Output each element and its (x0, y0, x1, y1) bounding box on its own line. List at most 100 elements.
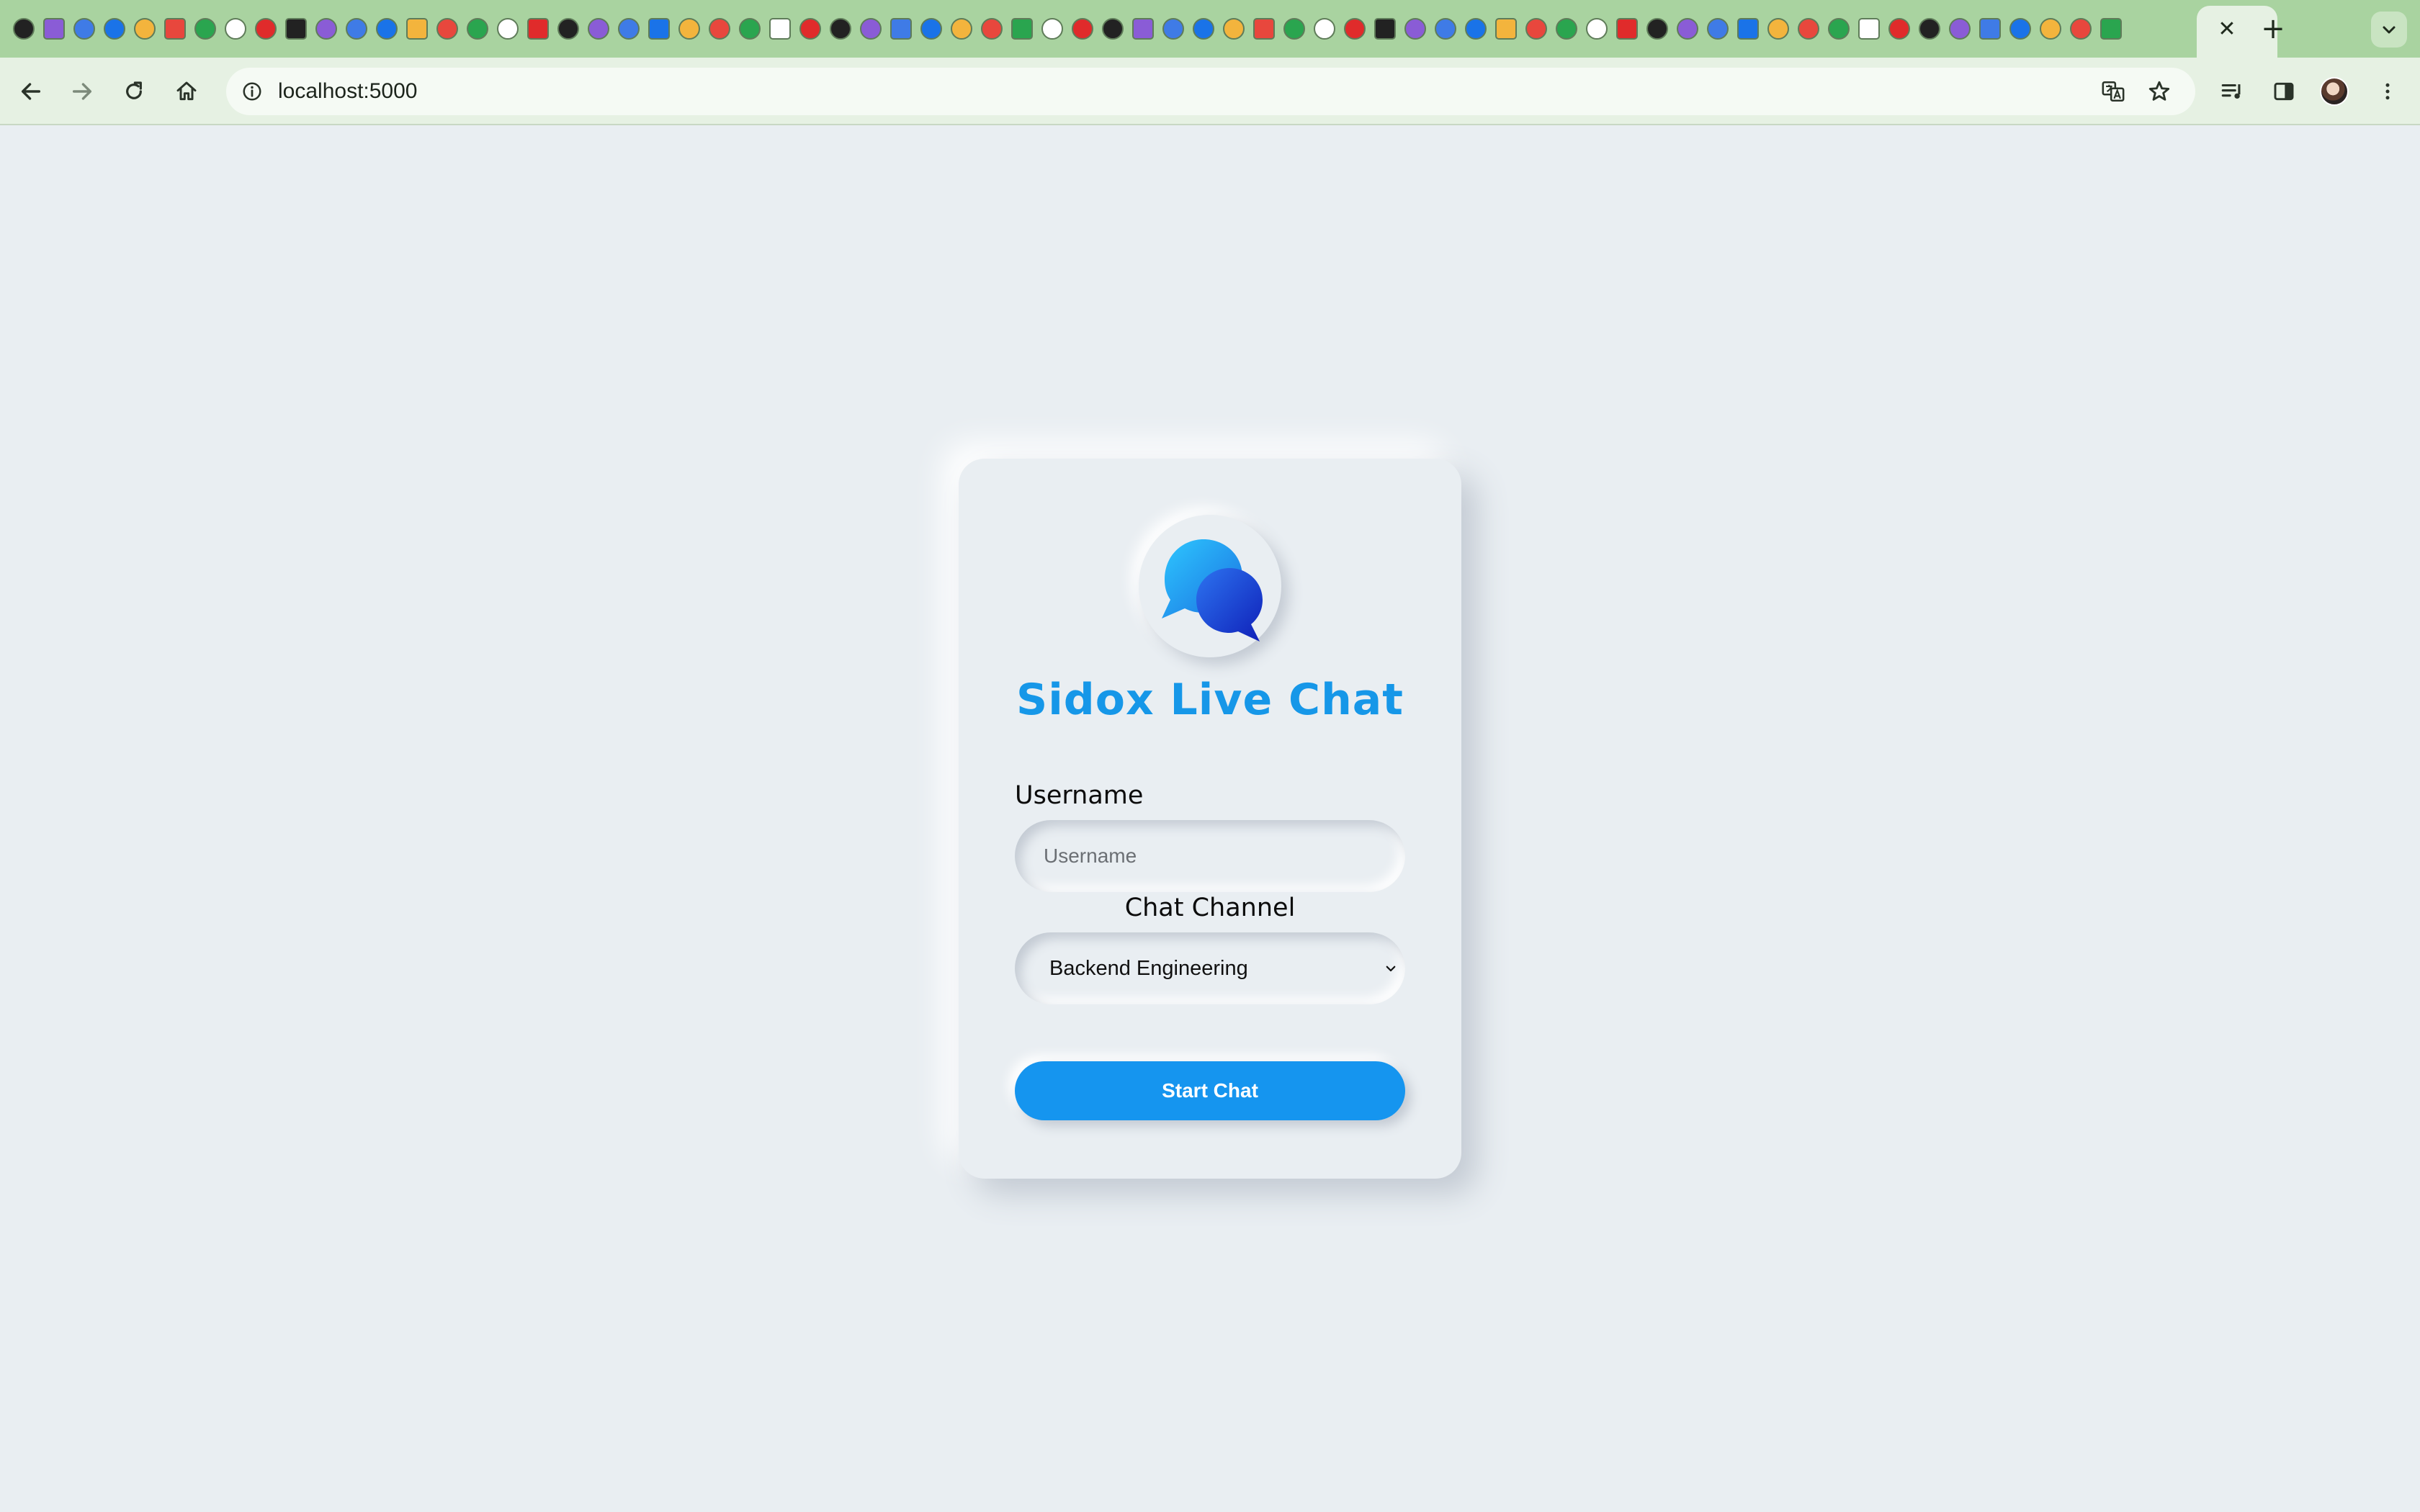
browser-toolbar: localhost:5000 (0, 58, 2420, 125)
browser-menu-button[interactable] (2370, 73, 2406, 109)
tab-favicon-icon[interactable] (2100, 18, 2122, 40)
avatar (2320, 77, 2349, 106)
tab-favicon-icon[interactable] (2070, 18, 2092, 40)
tab-favicon-icon[interactable] (1162, 18, 1184, 40)
tab-favicon-icon[interactable] (1646, 18, 1668, 40)
username-label: Username (1015, 781, 1144, 810)
tab-favicon-icon[interactable] (709, 18, 730, 40)
tab-favicon-icon[interactable] (2040, 18, 2061, 40)
tab-favicon-icon[interactable] (285, 18, 307, 40)
tab-favicon-icon[interactable] (194, 18, 216, 40)
translate-button[interactable] (2099, 77, 2128, 106)
home-button[interactable] (169, 73, 205, 109)
tab-favicon-icon[interactable] (1314, 18, 1335, 40)
tab-favicon-icon[interactable] (920, 18, 942, 40)
tab-favicon-icon[interactable] (255, 18, 277, 40)
tab-favicon-icon[interactable] (981, 18, 1003, 40)
tab-favicon-icon[interactable] (1767, 18, 1789, 40)
tab-favicon-icon[interactable] (1495, 18, 1517, 40)
tab-favicon-icon[interactable] (346, 18, 367, 40)
tab-favicon-icon[interactable] (1011, 18, 1033, 40)
media-controls-icon (2221, 84, 2241, 99)
profile-button[interactable] (2316, 73, 2352, 109)
tab-favicon-icon[interactable] (497, 18, 519, 40)
tab-favicon-icon[interactable] (1465, 18, 1487, 40)
chat-channel-select[interactable]: Backend Engineering (1015, 932, 1405, 1004)
tab-favicon-icon[interactable] (588, 18, 609, 40)
tab-favicon-icon[interactable] (860, 18, 882, 40)
tab-favicon-icon[interactable] (1193, 18, 1214, 40)
tab-favicon-icon[interactable] (1858, 18, 1880, 40)
tab-favicon-icon[interactable] (951, 18, 972, 40)
forward-button[interactable] (64, 73, 100, 109)
tab-favicon-icon[interactable] (436, 18, 458, 40)
tab-favicon-icon[interactable] (799, 18, 821, 40)
tab-favicon-icon[interactable] (527, 18, 549, 40)
back-button[interactable] (13, 73, 49, 109)
tab-favicon-icon[interactable] (1404, 18, 1426, 40)
site-info-button[interactable] (238, 77, 266, 106)
media-controls-button[interactable] (2214, 73, 2250, 109)
tab-favicon-icon[interactable] (557, 18, 579, 40)
tab-favicon-icon[interactable] (678, 18, 700, 40)
tab-favicon-icon[interactable] (1072, 18, 1093, 40)
tab-favicon-icon[interactable] (890, 18, 912, 40)
tab-favicon-icon[interactable] (1919, 18, 1940, 40)
tab-favicon-icon[interactable] (43, 18, 65, 40)
chevron-down-icon (1381, 958, 1401, 978)
tab-favicon-icon[interactable] (1616, 18, 1638, 40)
tab-search-button[interactable] (2371, 12, 2407, 48)
tab-favicon-icon[interactable] (1525, 18, 1547, 40)
tab-favicon-icon[interactable] (315, 18, 337, 40)
tab-favicon-icon[interactable] (134, 18, 156, 40)
bookmark-button[interactable] (2145, 77, 2174, 106)
pinned-tab-favicons[interactable] (13, 14, 2195, 43)
tab-favicon-icon[interactable] (73, 18, 95, 40)
tab-favicon-icon[interactable] (1888, 18, 1910, 40)
tab-favicon-icon[interactable] (1556, 18, 1577, 40)
reload-button[interactable] (116, 73, 152, 109)
tab-favicon-icon[interactable] (2009, 18, 2031, 40)
tab-favicon-icon[interactable] (1374, 18, 1396, 40)
tab-favicon-icon[interactable] (1979, 18, 2001, 40)
tab-favicon-icon[interactable] (164, 18, 186, 40)
tab-favicon-icon[interactable] (1253, 18, 1275, 40)
page-title: Sidox Live Chat (1016, 675, 1404, 725)
tab-favicon-icon[interactable] (467, 18, 488, 40)
tab-favicon-icon[interactable] (1132, 18, 1154, 40)
tab-favicon-icon[interactable] (1283, 18, 1305, 40)
address-url[interactable]: localhost:5000 (278, 68, 417, 115)
tab-favicon-icon[interactable] (1828, 18, 1850, 40)
tab-favicon-icon[interactable] (406, 18, 428, 40)
browser-tab-strip: ✕ + (0, 0, 2420, 58)
side-panel-button[interactable] (2266, 73, 2302, 109)
tab-favicon-icon[interactable] (1677, 18, 1698, 40)
login-card: Sidox Live Chat Username Chat Channel Ba… (959, 459, 1461, 1179)
tab-favicon-icon[interactable] (13, 18, 35, 40)
username-input[interactable] (1015, 820, 1405, 892)
tab-favicon-icon[interactable] (1737, 18, 1759, 40)
tab-close-icon[interactable]: ✕ (2211, 13, 2243, 45)
address-bar[interactable]: localhost:5000 (226, 68, 2195, 115)
start-chat-button[interactable]: Start Chat (1015, 1061, 1405, 1120)
tab-favicon-icon[interactable] (739, 18, 761, 40)
app-logo (1139, 515, 1281, 657)
tab-favicon-icon[interactable] (1707, 18, 1729, 40)
tab-favicon-icon[interactable] (1435, 18, 1456, 40)
tab-favicon-icon[interactable] (104, 18, 125, 40)
tab-favicon-icon[interactable] (648, 18, 670, 40)
new-tab-button[interactable]: + (2256, 12, 2290, 46)
tab-favicon-icon[interactable] (1586, 18, 1608, 40)
tab-favicon-icon[interactable] (1344, 18, 1366, 40)
tab-favicon-icon[interactable] (1949, 18, 1971, 40)
tab-favicon-icon[interactable] (1798, 18, 1819, 40)
tab-favicon-icon[interactable] (618, 18, 640, 40)
tab-favicon-icon[interactable] (830, 18, 851, 40)
tab-favicon-icon[interactable] (1102, 18, 1124, 40)
side-panel-icon (2274, 82, 2294, 101)
tab-favicon-icon[interactable] (1223, 18, 1245, 40)
tab-favicon-icon[interactable] (769, 18, 791, 40)
tab-favicon-icon[interactable] (225, 18, 246, 40)
tab-favicon-icon[interactable] (376, 18, 398, 40)
tab-favicon-icon[interactable] (1041, 18, 1063, 40)
